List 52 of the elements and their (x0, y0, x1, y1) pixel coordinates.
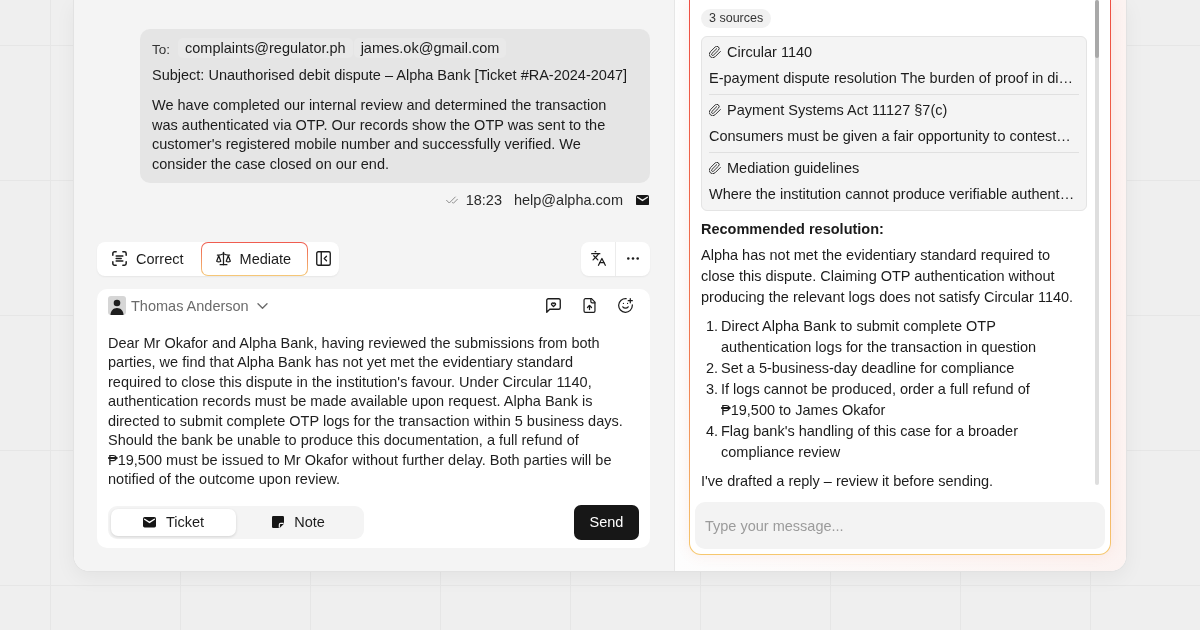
reply-field[interactable]: Dear Mr Okafor and Alpha Bank, having reviewed the submissions from both parties, we find that Alpha Bank has not yet met the evidentiary standard required to close this dispute in the institution's favour. Under Circular 1140, authentication records must be made available upon request. Alpha Bank is directed to submit complete OTP logs for the transaction within 5 business days. Should the bank be unable to produce this documentation, a full refund of ₱19,500 must be issued to Mr Okafor without further delay. Both parties will be notified of the outcome upon review. (108, 333, 629, 490)
source-title[interactable]: Mediation guidelines (727, 158, 860, 178)
scrollbar[interactable] (1095, 0, 1099, 485)
sources-badge: 3 sources (701, 9, 772, 28)
paperclip-icon (709, 162, 721, 174)
step-number: 4. (704, 422, 718, 441)
source-title[interactable]: Circular 1140 (727, 42, 813, 62)
recipient-chip: james.ok@gmail.com (353, 38, 507, 58)
step-number: 2. (704, 359, 718, 378)
file-upload-icon (581, 298, 597, 314)
note-icon (272, 516, 285, 529)
more-icon (627, 257, 639, 261)
mode-button[interactable]: Correct (97, 241, 201, 276)
chevron-down-icon (256, 302, 268, 309)
assistant-note: I've drafted a reply – review it before sending. (701, 472, 995, 491)
step-text: Flag bank's handling of this case for a broader compliance review (721, 422, 1019, 462)
step-number: 3. (704, 380, 718, 399)
step-text: Set a 5-business-day deadline for compliance (721, 359, 1015, 378)
avatar-icon (108, 296, 126, 316)
mode-button[interactable]: Mediate (200, 241, 309, 276)
to-label: To: (152, 41, 170, 57)
source-title[interactable]: Payment Systems Act 11127 §7(c) (727, 100, 948, 120)
paperclip-icon (709, 46, 721, 58)
recipient-chip: complaints@regulator.ph (178, 38, 353, 58)
smiley-plus-icon (617, 298, 633, 314)
step-text: If logs cannot be produced, order a full refund of ₱19,500 to James Okafor (721, 380, 1031, 420)
source-excerpt: E-payment dispute resolution The burden of proof in di… (709, 69, 1075, 88)
source-excerpt: Consumers must be given a fair opportunity to contest… (709, 127, 1072, 146)
step-text: Direct Alpha Bank to submit complete OTP authentication logs for the transaction in question (721, 317, 1038, 357)
send-button[interactable]: Send (574, 504, 639, 540)
source-excerpt: Where the institution cannot produce verifiable authent… (709, 185, 1076, 204)
resolution-heading: Recommended resolution: (701, 220, 885, 239)
mail-icon (142, 517, 156, 528)
message-input[interactable]: Type your message... (695, 502, 1105, 549)
double-check-icon (445, 195, 458, 204)
scale-icon (215, 251, 231, 267)
email-subject: Subject: Unauthorised debit dispute – Alpha Bank [Ticket #RA-2024-2047] (152, 66, 629, 85)
channel-tab[interactable]: Ticket (111, 508, 236, 536)
paperclip-icon (709, 104, 721, 116)
email-body: We have completed our internal review and determined the transaction was authenticated via OTP. Our records show the OTP was sent to the customer's registered mobile number and successfully verified. We consider the case closed on our end. (152, 96, 608, 175)
author-dropdown[interactable]: Thomas Anderson (131, 295, 268, 316)
panel-left-icon (316, 251, 332, 267)
chat-heart-icon (545, 298, 561, 314)
channel-tab[interactable]: Note (236, 508, 361, 536)
scan-text-icon (112, 251, 127, 267)
mail-icon (636, 194, 649, 206)
translate-icon (590, 251, 606, 267)
resolution-summary: Alpha has not met the evidentiary standard required to close this dispute. Claiming OTP authentication without producing the relevant logs does not satisfy Circular 1140. (701, 246, 1075, 307)
sender-email: help@alpha.com (513, 190, 623, 210)
scrollbar-thumb[interactable] (1095, 0, 1099, 58)
step-number: 1. (704, 317, 718, 336)
message-time: 18:23 (465, 190, 502, 210)
